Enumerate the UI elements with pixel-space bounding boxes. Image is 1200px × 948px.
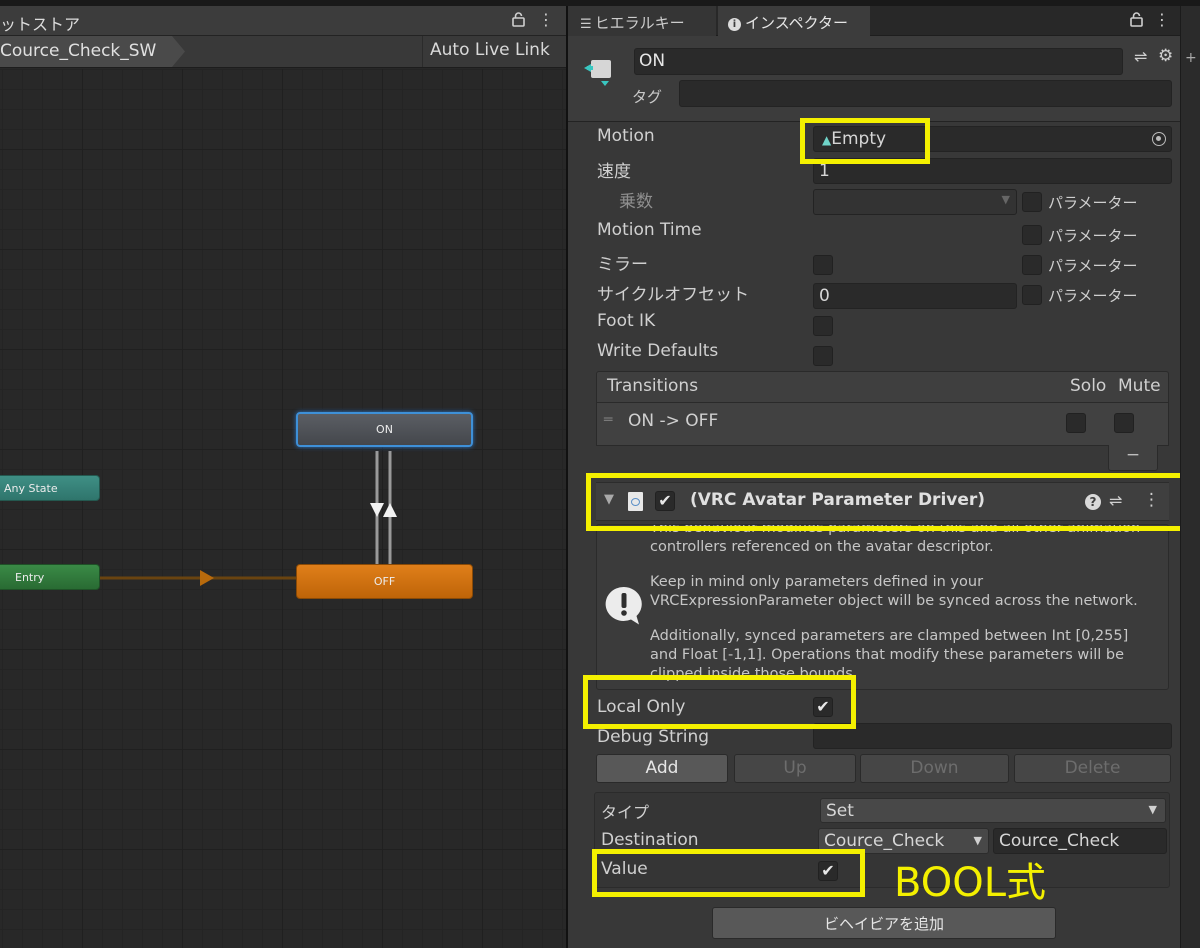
object-picker-icon[interactable] xyxy=(1152,132,1166,146)
inspector-body: Motion ▲Empty 速度 1 乗数 ▼ パラメーター Motion Ti… xyxy=(568,118,1190,948)
multiplier-dropdown: ▼ xyxy=(813,189,1017,215)
object-header: ON ⇌ ⚙ タグ xyxy=(568,36,1180,122)
remove-transition-button[interactable]: − xyxy=(1108,445,1158,471)
tab-inspector-label: インスペクター xyxy=(745,14,849,32)
multiplier-parameter-label: パラメーター xyxy=(1048,194,1138,212)
mirror-parameter-checkbox[interactable] xyxy=(1022,255,1042,275)
cycle-offset-label: サイクルオフセット xyxy=(597,285,750,305)
object-name-input[interactable]: ON xyxy=(634,48,1123,75)
solo-column-label: Solo xyxy=(1070,376,1107,396)
animator-tab-bar: ットストア ⋮ xyxy=(0,6,566,36)
lock-icon[interactable] xyxy=(1130,12,1143,31)
highlight-value xyxy=(592,849,865,897)
cycle-offset-parameter-checkbox[interactable] xyxy=(1022,285,1042,305)
cycle-offset-parameter-label: パラメーター xyxy=(1048,287,1138,305)
highlight-parameter-driver xyxy=(586,473,1190,531)
chevron-down-icon: ▼ xyxy=(1001,193,1010,206)
tab-hierarchy-label: ヒエラルキー xyxy=(594,14,685,32)
foot-ik-label: Foot IK xyxy=(597,311,656,331)
animator-state-icon xyxy=(584,60,611,86)
transition-solo-checkbox[interactable] xyxy=(1066,413,1086,433)
transition-up-arrow-icon xyxy=(383,503,397,517)
entry-node[interactable]: Entry xyxy=(0,564,100,590)
mirror-label: ミラー xyxy=(597,255,648,275)
list-icon: ☰ xyxy=(580,17,592,32)
motion-time-label: Motion Time xyxy=(597,220,702,240)
up-button[interactable]: Up xyxy=(734,754,856,783)
state-node-on[interactable]: ON xyxy=(296,412,473,447)
tab-hierarchy[interactable]: ☰ ヒエラルキー xyxy=(568,6,716,36)
debug-string-label: Debug String xyxy=(597,727,710,747)
tag-label: タグ xyxy=(632,88,663,106)
transitions-header: Transitions Solo Mute xyxy=(596,371,1169,403)
help-line: Additionally, synced parameters are clam… xyxy=(650,628,1129,644)
multiplier-parameter-checkbox[interactable] xyxy=(1022,192,1042,212)
highlight-local-only xyxy=(583,675,856,729)
destination-select-value: Cource_Check xyxy=(824,831,945,851)
mirror-parameter-label: パラメーター xyxy=(1048,257,1138,275)
add-behaviour-button[interactable]: ビヘイビアを追加 xyxy=(712,907,1056,939)
delete-button[interactable]: Delete xyxy=(1014,754,1171,783)
warning-bubble-icon xyxy=(605,586,642,625)
breadcrumb-bar: Cource_Check_SW Auto Live Link xyxy=(0,36,566,68)
tab-inspector[interactable]: i インスペクター xyxy=(718,6,870,37)
transition-row[interactable]: ═ ON -> OFF xyxy=(597,403,1168,443)
transitions-list: ═ ON -> OFF xyxy=(596,403,1169,446)
state-node-off[interactable]: OFF xyxy=(296,564,473,599)
mirror-checkbox[interactable] xyxy=(813,255,833,275)
help-line: Keep in mind only parameters defined in … xyxy=(650,574,984,590)
lock-icon[interactable] xyxy=(512,12,525,31)
mute-column-label: Mute xyxy=(1118,376,1161,396)
next-panel-edge: + xyxy=(1180,6,1200,948)
help-line: VRCExpressionParameter object will be sy… xyxy=(650,593,1138,609)
state-machine-graph[interactable] xyxy=(0,69,566,948)
breadcrumb[interactable]: Cource_Check_SW xyxy=(0,36,185,67)
chevron-down-icon: ▼ xyxy=(1148,803,1157,816)
any-state-node[interactable]: Any State xyxy=(0,475,100,501)
cycle-offset-input[interactable]: 0 xyxy=(813,283,1017,309)
write-defaults-checkbox[interactable] xyxy=(813,346,833,366)
type-dropdown[interactable]: Set ▼ xyxy=(820,798,1166,823)
transition-mute-checkbox[interactable] xyxy=(1114,413,1134,433)
help-box: This behaviour modifies parameters on th… xyxy=(596,524,1169,690)
add-button[interactable]: Add xyxy=(596,754,728,783)
breadcrumb-label: Cource_Check_SW xyxy=(0,41,157,61)
gear-icon[interactable]: ⚙ xyxy=(1158,46,1173,66)
chevron-down-icon: ▼ xyxy=(973,834,982,847)
bool-annotation: BOOL式 xyxy=(894,860,1046,906)
multiplier-label: 乗数 xyxy=(619,192,653,212)
down-button[interactable]: Down xyxy=(860,754,1009,783)
auto-live-link-toggle[interactable]: Auto Live Link xyxy=(422,36,562,67)
inspector-tab-bar: ☰ ヒエラルキー i インスペクター ⋮ xyxy=(568,6,1180,37)
drag-handle-icon[interactable]: ═ xyxy=(604,412,612,428)
tag-input[interactable] xyxy=(679,80,1172,107)
type-label: タイプ xyxy=(601,803,650,822)
highlight-motion xyxy=(800,118,930,164)
speed-label: 速度 xyxy=(597,162,631,182)
motion-time-parameter-label: パラメーター xyxy=(1048,227,1138,245)
destination-label: Destination xyxy=(601,830,699,850)
foot-ik-checkbox[interactable] xyxy=(813,316,833,336)
transition-down-arrow-icon xyxy=(370,503,384,517)
more-options-icon[interactable]: ⋮ xyxy=(538,10,554,29)
debug-string-input[interactable] xyxy=(813,723,1172,749)
animator-panel: ットストア ⋮ Cource_Check_SW Auto Live Link O… xyxy=(0,6,566,948)
more-options-icon[interactable]: ⋮ xyxy=(1154,10,1170,29)
inspector-panel: ☰ ヒエラルキー i インスペクター ⋮ ON ⇌ ⚙ タグ Motion ▲Emp… xyxy=(568,6,1190,948)
help-line: controllers referenced on the avatar des… xyxy=(650,539,994,555)
transition-lines xyxy=(100,451,397,586)
help-line: and Float [-1,1]. Operations that modify… xyxy=(650,647,1125,663)
write-defaults-label: Write Defaults xyxy=(597,341,719,361)
transitions-title: Transitions xyxy=(607,376,699,396)
preset-sliders-icon[interactable]: ⇌ xyxy=(1134,47,1147,66)
animator-tab-title[interactable]: ットストア xyxy=(0,11,80,35)
entry-transition-arrow-icon xyxy=(200,570,214,586)
info-icon: i xyxy=(728,18,741,31)
motion-label: Motion xyxy=(597,126,655,146)
plus-icon[interactable]: + xyxy=(1185,50,1197,66)
transition-label: ON -> OFF xyxy=(628,411,719,431)
motion-time-parameter-checkbox[interactable] xyxy=(1022,225,1042,245)
help-text: This behaviour modifies parameters on th… xyxy=(650,525,1140,684)
type-value: Set xyxy=(826,801,854,821)
